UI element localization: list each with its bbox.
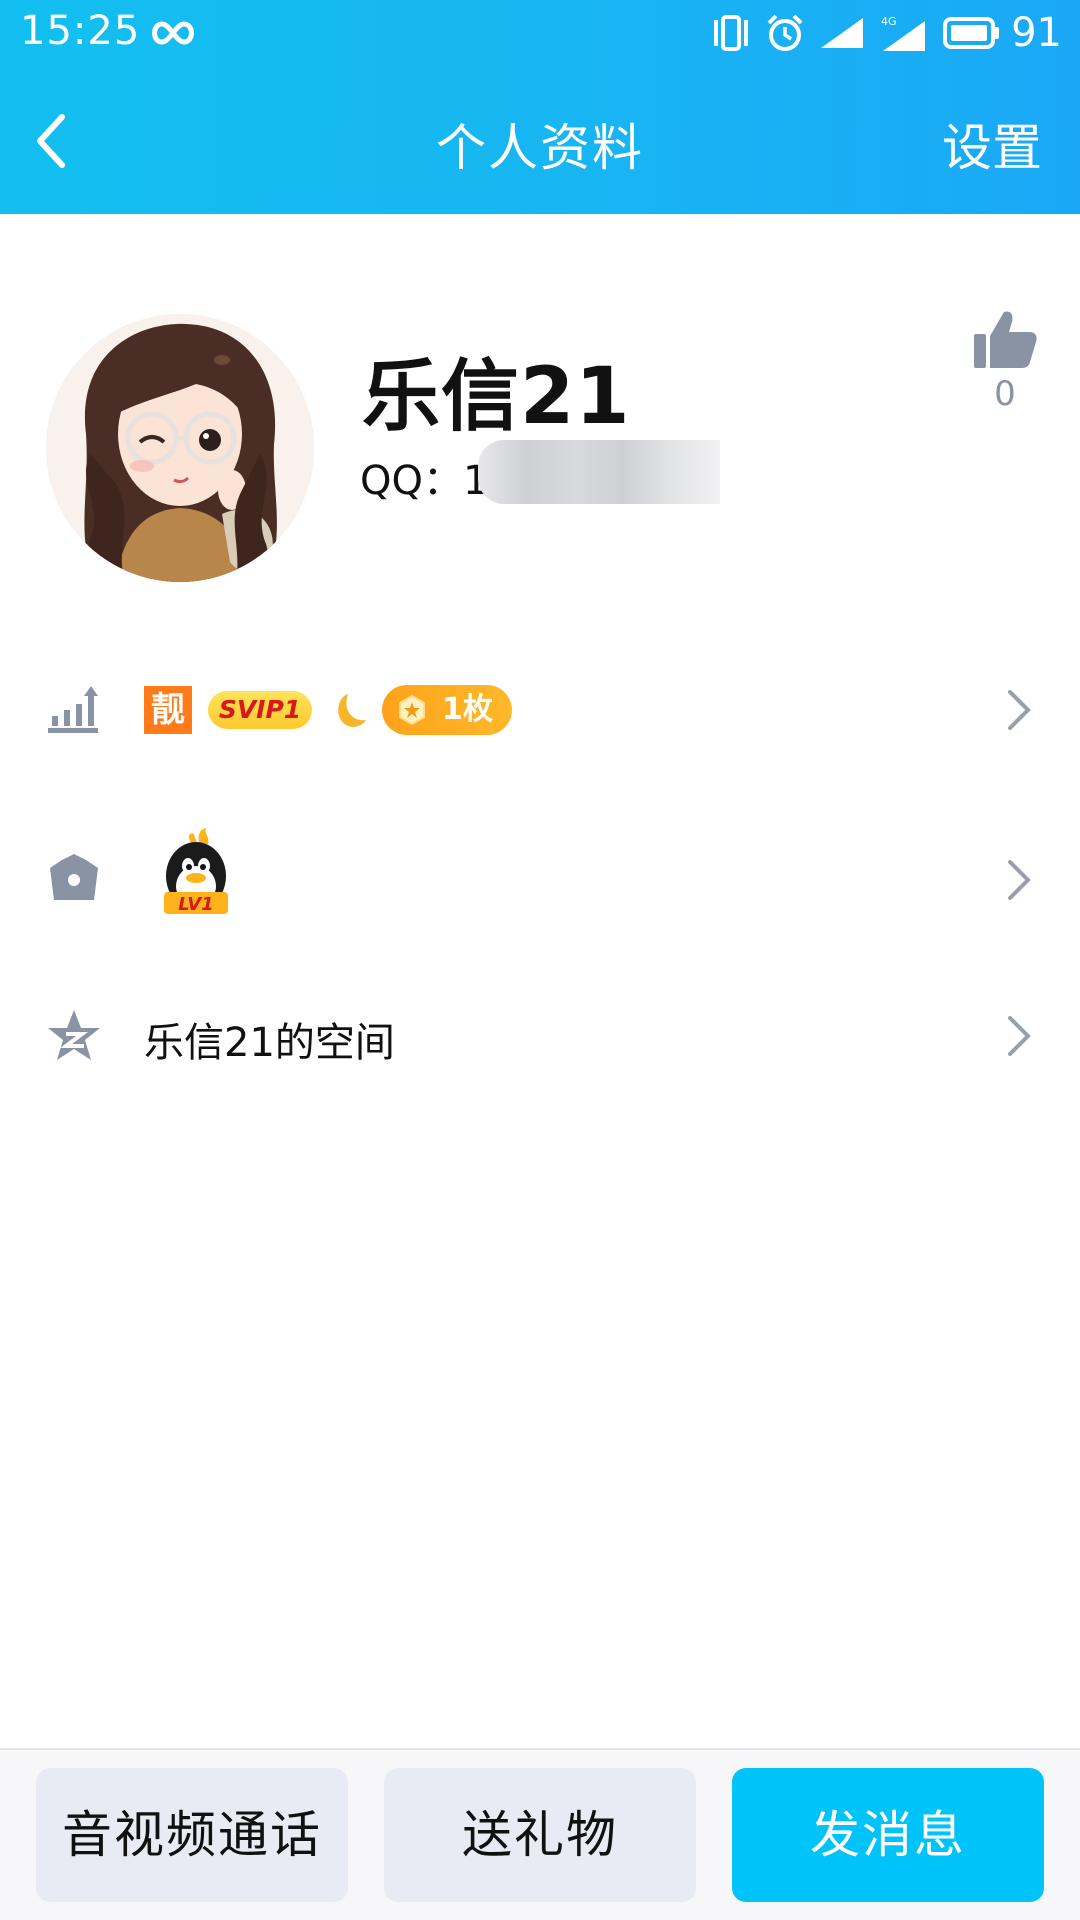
avatar-illustration (46, 314, 314, 582)
signal-icon (821, 18, 864, 48)
qq-number: QQ：1 (360, 458, 489, 504)
chevron-right-icon (1008, 690, 1031, 730)
battery-icon (943, 17, 1000, 49)
svip-badge: SVIP1 (208, 691, 312, 729)
crown-icon (50, 854, 98, 900)
battery-level: 91 (1011, 10, 1062, 56)
svg-text:4G: 4G (881, 15, 897, 28)
status-bar: 15:25 4G 91 (0, 0, 1080, 66)
space-row[interactable]: 乐信21的空间 (0, 1006, 1080, 1066)
profile-name: 乐信21 (362, 352, 631, 442)
avatar[interactable] (46, 314, 314, 582)
send-message-button[interactable]: 发消息 (732, 1768, 1044, 1902)
bottom-action-bar: 音视频通话 送礼物 发消息 (0, 1748, 1080, 1920)
liang-number-badge: 靓 (144, 686, 192, 734)
bar-chart-up-icon (48, 686, 98, 733)
status-time: 15:25 (20, 8, 141, 54)
coin-count: 1枚 (442, 692, 493, 727)
moon-icon (338, 694, 366, 727)
space-label: 乐信21的空间 (144, 1020, 395, 1066)
alarm-icon (767, 14, 803, 51)
profile-page: 15:25 4G 91 个人资料 设置 乐信21 QQ：1 0 靓 SVIP1 … (0, 0, 1080, 1920)
header: 15:25 4G 91 个人资料 设置 (0, 0, 1080, 214)
qq-penguin-level-icon: LV1 (164, 828, 228, 915)
chevron-right-icon (1008, 860, 1031, 900)
video-call-button[interactable]: 音视频通话 (36, 1768, 348, 1902)
vip-row[interactable]: LV1 (0, 826, 1080, 932)
infinity-icon (152, 21, 194, 45)
medal-icon (399, 694, 425, 726)
signal-4g-icon: 4G (881, 15, 926, 51)
level-text: LV1 (178, 894, 213, 915)
level-row[interactable]: 靓 SVIP1 1枚 (0, 676, 1080, 744)
chevron-right-icon (1008, 1016, 1031, 1056)
qzone-star-icon (48, 1010, 100, 1060)
page-title: 个人资料 (436, 119, 644, 177)
vibrate-icon (714, 15, 749, 51)
coin-badge: 1枚 (382, 685, 512, 735)
qq-number-redacted (478, 440, 720, 504)
like-button[interactable]: 0 (970, 306, 1040, 414)
like-count: 0 (994, 374, 1016, 414)
thumbs-up-icon (974, 311, 1037, 368)
settings-button[interactable]: 设置 (942, 108, 1042, 180)
status-icons: 4G 91 (697, 8, 1062, 58)
send-gift-button[interactable]: 送礼物 (384, 1768, 696, 1902)
